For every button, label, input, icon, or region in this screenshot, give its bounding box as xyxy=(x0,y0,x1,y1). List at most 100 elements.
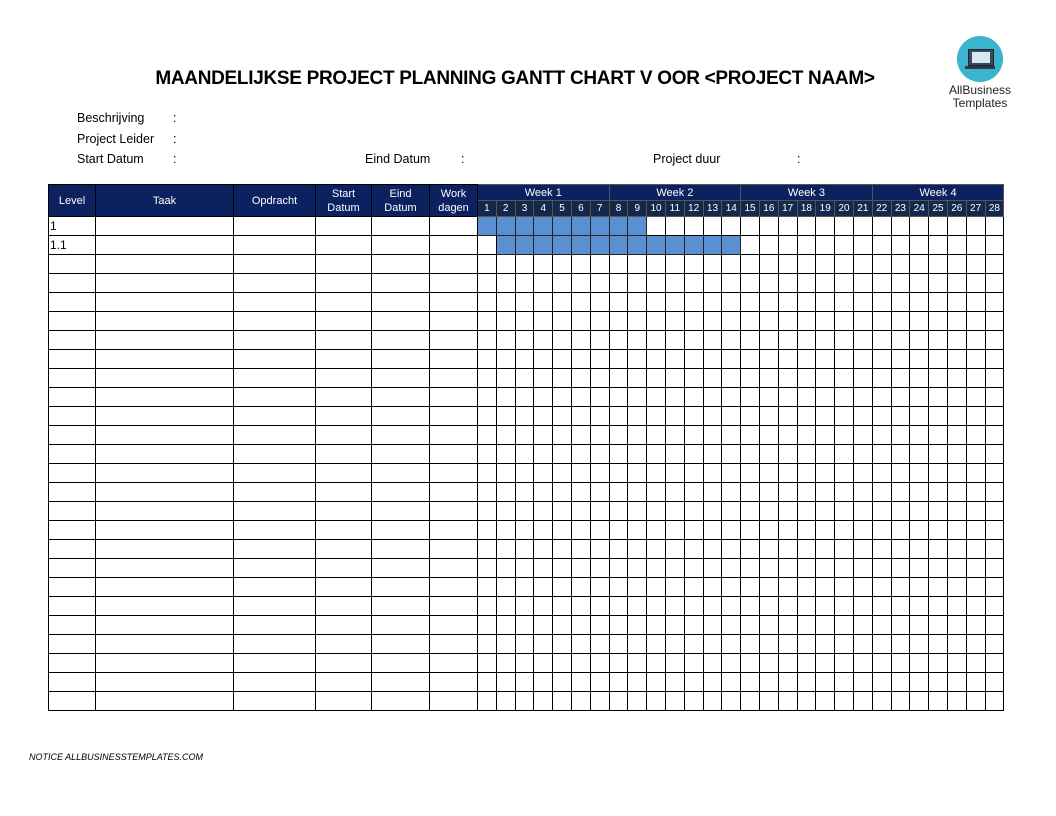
day-cell[interactable] xyxy=(758,254,779,274)
day-cell[interactable] xyxy=(965,577,986,597)
day-cell[interactable] xyxy=(608,596,629,616)
day-cell[interactable] xyxy=(702,520,723,540)
day-cell[interactable] xyxy=(815,558,836,578)
day-cell[interactable] xyxy=(852,349,873,369)
day-cell[interactable] xyxy=(477,425,497,445)
day-cell[interactable] xyxy=(965,349,986,369)
day-cell[interactable] xyxy=(777,273,798,293)
cell-workdagen[interactable] xyxy=(429,577,478,597)
day-cell[interactable] xyxy=(495,273,516,293)
day-cell[interactable] xyxy=(721,444,742,464)
day-cell[interactable] xyxy=(721,634,742,654)
cell-eind[interactable] xyxy=(371,330,430,350)
cell-level[interactable] xyxy=(48,311,96,331)
day-cell[interactable] xyxy=(852,311,873,331)
day-cell[interactable] xyxy=(758,349,779,369)
day-cell[interactable] xyxy=(477,634,497,654)
day-cell[interactable] xyxy=(928,406,948,426)
day-cell[interactable] xyxy=(589,539,610,559)
cell-opdracht[interactable] xyxy=(233,539,316,559)
day-cell[interactable] xyxy=(928,539,948,559)
day-cell[interactable] xyxy=(477,254,497,274)
cell-level[interactable] xyxy=(48,482,96,502)
day-cell[interactable] xyxy=(664,254,685,274)
cell-workdagen[interactable] xyxy=(429,653,478,673)
day-cell[interactable] xyxy=(965,634,986,654)
day-cell[interactable] xyxy=(852,406,873,426)
day-cell[interactable] xyxy=(589,615,610,635)
day-cell[interactable] xyxy=(777,634,798,654)
day-cell[interactable] xyxy=(777,368,798,388)
cell-opdracht[interactable] xyxy=(233,463,316,483)
gantt-bar-cell[interactable] xyxy=(702,235,723,255)
gantt-bar-cell[interactable] xyxy=(589,235,610,255)
cell-level[interactable] xyxy=(48,634,96,654)
day-cell[interactable] xyxy=(552,406,572,426)
day-cell[interactable] xyxy=(796,406,817,426)
day-cell[interactable] xyxy=(834,254,854,274)
cell-level[interactable] xyxy=(48,501,96,521)
cell-workdagen[interactable] xyxy=(429,444,478,464)
cell-taak[interactable] xyxy=(95,349,234,369)
day-cell[interactable] xyxy=(909,330,930,350)
day-cell[interactable] xyxy=(740,558,760,578)
day-cell[interactable] xyxy=(495,444,516,464)
day-cell[interactable] xyxy=(683,254,704,274)
day-cell[interactable] xyxy=(852,596,873,616)
day-cell[interactable] xyxy=(570,501,591,521)
day-cell[interactable] xyxy=(740,216,760,236)
cell-eind[interactable] xyxy=(371,615,430,635)
day-cell[interactable] xyxy=(834,596,854,616)
cell-level[interactable] xyxy=(48,672,96,692)
day-cell[interactable] xyxy=(740,463,760,483)
day-cell[interactable] xyxy=(890,577,911,597)
day-cell[interactable] xyxy=(570,482,591,502)
day-cell[interactable] xyxy=(796,672,817,692)
day-cell[interactable] xyxy=(477,406,497,426)
day-cell[interactable] xyxy=(702,349,723,369)
day-cell[interactable] xyxy=(514,501,535,521)
day-cell[interactable] xyxy=(552,501,572,521)
day-cell[interactable] xyxy=(664,482,685,502)
day-cell[interactable] xyxy=(608,425,629,445)
day-cell[interactable] xyxy=(627,501,648,521)
day-cell[interactable] xyxy=(871,254,892,274)
day-cell[interactable] xyxy=(796,691,817,711)
day-cell[interactable] xyxy=(852,368,873,388)
cell-workdagen[interactable] xyxy=(429,216,478,236)
day-cell[interactable] xyxy=(495,691,516,711)
day-cell[interactable] xyxy=(570,368,591,388)
day-cell[interactable] xyxy=(852,292,873,312)
day-cell[interactable] xyxy=(758,216,779,236)
day-cell[interactable] xyxy=(834,691,854,711)
day-cell[interactable] xyxy=(570,273,591,293)
day-cell[interactable] xyxy=(533,691,554,711)
day-cell[interactable] xyxy=(702,691,723,711)
day-cell[interactable] xyxy=(721,596,742,616)
day-cell[interactable] xyxy=(664,349,685,369)
day-cell[interactable] xyxy=(796,615,817,635)
day-cell[interactable] xyxy=(852,577,873,597)
day-cell[interactable] xyxy=(890,330,911,350)
cell-level[interactable] xyxy=(48,349,96,369)
day-cell[interactable] xyxy=(702,425,723,445)
day-cell[interactable] xyxy=(533,539,554,559)
day-cell[interactable] xyxy=(946,254,967,274)
day-cell[interactable] xyxy=(796,387,817,407)
day-cell[interactable] xyxy=(871,216,892,236)
day-cell[interactable] xyxy=(909,672,930,692)
day-cell[interactable] xyxy=(984,292,1005,312)
day-cell[interactable] xyxy=(683,577,704,597)
day-cell[interactable] xyxy=(683,349,704,369)
day-cell[interactable] xyxy=(664,311,685,331)
cell-opdracht[interactable] xyxy=(233,596,316,616)
day-cell[interactable] xyxy=(533,482,554,502)
cell-start[interactable] xyxy=(315,501,372,521)
day-cell[interactable] xyxy=(815,216,836,236)
day-cell[interactable] xyxy=(796,596,817,616)
day-cell[interactable] xyxy=(834,406,854,426)
day-cell[interactable] xyxy=(589,311,610,331)
day-cell[interactable] xyxy=(721,330,742,350)
day-cell[interactable] xyxy=(721,425,742,445)
day-cell[interactable] xyxy=(796,577,817,597)
